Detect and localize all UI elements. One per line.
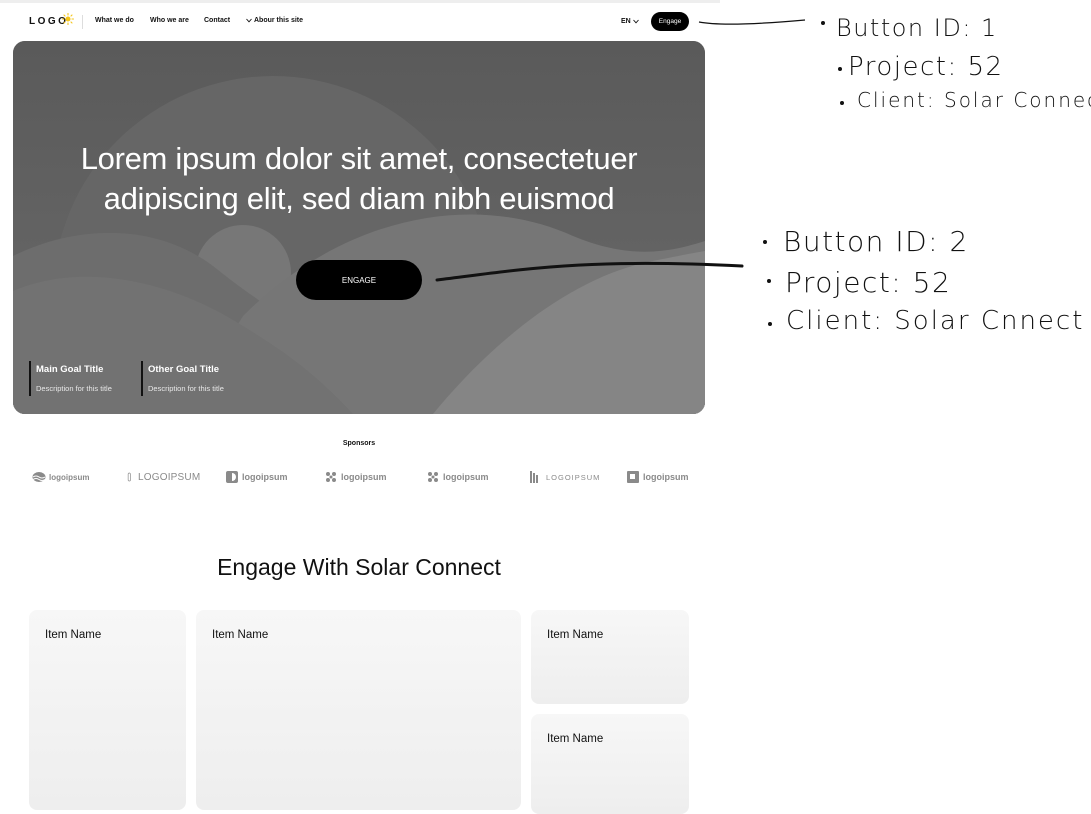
- nav-link-contact[interactable]: Contact: [204, 17, 230, 24]
- sponsor-name: LOGOIPSUM: [138, 471, 201, 483]
- sponsor-name: logoipsum: [242, 472, 288, 482]
- annotation-bullet: [763, 240, 767, 244]
- annotation-note-2-line-3: Client: Solar Cnnect: [786, 306, 1085, 336]
- square-logo-icon: [627, 471, 639, 483]
- annotation-bullet: [767, 279, 771, 283]
- annotation-note-1-line-2: Project: 52: [848, 52, 1004, 82]
- item-card[interactable]: Item Name: [196, 610, 521, 810]
- annotation-note-2-line-2: Project: 52: [785, 266, 952, 299]
- sponsor-logo-6[interactable]: LOGOIPSUM: [529, 469, 600, 485]
- hero-title-line-1: Lorem ipsum dolor sit amet, consectetuer: [80, 141, 638, 176]
- goal-title: Main Goal Title: [36, 364, 104, 375]
- chevron-down-icon: [632, 19, 639, 24]
- chevron-down-icon: [246, 18, 252, 23]
- sponsor-name: logoipsum: [49, 472, 90, 482]
- goal-description: Description for this title: [148, 384, 224, 393]
- sponsor-logo-1[interactable]: logoipsum: [32, 469, 89, 485]
- hero-title-line-2: adipiscing elit, sed diam nibh euismod: [103, 181, 615, 216]
- goal-other: Other Goal Title Description for this ti…: [141, 361, 224, 396]
- hero-banner: Lorem ipsum dolor sit amet, consectetuer…: [13, 41, 705, 414]
- bars-logo-icon: [530, 471, 538, 483]
- nav-link-who-we-are[interactable]: Who we are: [150, 17, 189, 24]
- sponsor-logo-3[interactable]: logoipsum: [225, 469, 288, 485]
- sponsor-name: logoipsum: [443, 472, 489, 482]
- nav-link-what-we-do[interactable]: What we do: [95, 17, 134, 24]
- item-card[interactable]: Item Name: [29, 610, 186, 810]
- item-card[interactable]: Item Name: [531, 610, 689, 704]
- dots-logo-icon: [326, 472, 336, 482]
- hero-background-illustration: [13, 41, 705, 414]
- item-name: Item Name: [45, 629, 102, 641]
- section-title: Engage With Solar Connect: [217, 554, 501, 580]
- sponsors-heading: Sponsors: [342, 440, 376, 447]
- goal-description: Description for this title: [36, 384, 112, 393]
- nav-divider: [82, 15, 83, 29]
- annotation-note-2-line-1: Button ID: 2: [783, 225, 969, 258]
- item-name: Item Name: [212, 629, 269, 641]
- sponsor-logo-7[interactable]: logoipsum: [626, 469, 689, 485]
- item-card[interactable]: Item Name: [531, 714, 689, 814]
- leaf-logo-icon: [127, 472, 131, 482]
- waves-logo-icon: [32, 472, 46, 482]
- hero-title: Lorem ipsum dolor sit amet, consectetuer…: [13, 139, 705, 219]
- sponsor-logo-5[interactable]: logoipsum: [426, 469, 489, 485]
- navbar: LOGO What we do Who we are Contact Abour…: [0, 3, 720, 41]
- language-selector[interactable]: EN: [621, 18, 639, 25]
- language-label: EN: [621, 18, 631, 25]
- annotation-note-1-line-1: Button ID: 1: [836, 14, 998, 42]
- item-name: Item Name: [547, 733, 604, 745]
- engage-nav-button[interactable]: Engage: [651, 12, 689, 31]
- annotation-bullet: [821, 21, 825, 25]
- goal-main: Main Goal Title Description for this tit…: [29, 361, 112, 396]
- dots-logo-icon: [428, 472, 438, 482]
- annotation-bullet: [840, 101, 844, 105]
- sponsor-name: logoipsum: [341, 472, 387, 482]
- sponsor-name: logoipsum: [643, 472, 689, 482]
- nav-link-label: Abour this site: [254, 17, 304, 24]
- sponsor-name: LOGOIPSUM: [546, 472, 601, 482]
- hero-engage-button[interactable]: ENGAGE: [296, 260, 422, 300]
- annotation-note-1-line-3: Client: Solar Connect: [857, 88, 1091, 112]
- sponsor-logo-2[interactable]: LOGOIPSUM: [127, 469, 200, 485]
- nav-link-about-this-site[interactable]: Abour this site: [246, 17, 303, 24]
- goal-title: Other Goal Title: [148, 364, 220, 375]
- annotation-bullet: [768, 322, 772, 326]
- item-name: Item Name: [547, 629, 604, 641]
- annotation-bullet: [838, 67, 842, 71]
- sun-icon: [62, 13, 74, 25]
- half-circle-logo-icon: [226, 471, 238, 483]
- sponsor-logo-4[interactable]: logoipsum: [324, 469, 387, 485]
